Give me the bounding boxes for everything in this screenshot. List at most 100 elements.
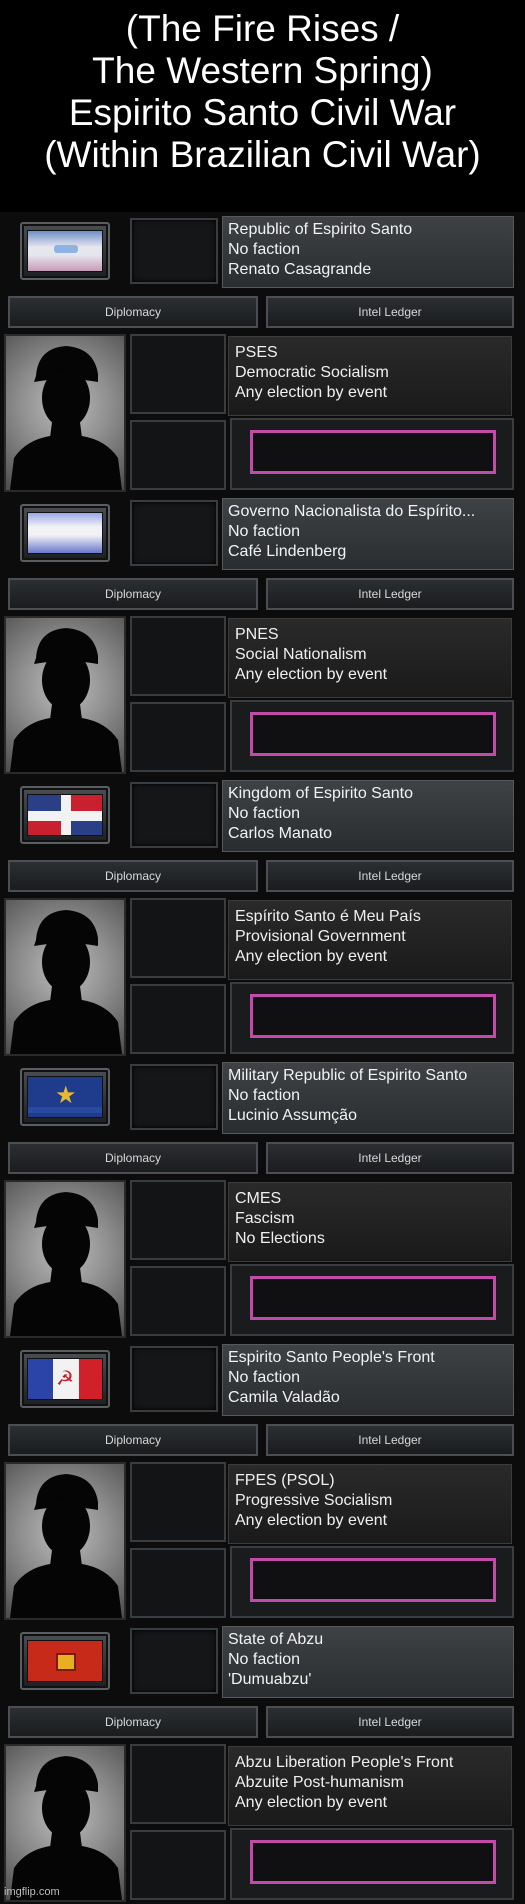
advisor-slot[interactable] [130,1548,226,1618]
country-list: Republic of Espirito Santo No faction Re… [0,212,525,1904]
ideology-label: Abzuite Post-humanism [235,1774,404,1791]
party-leader-portrait[interactable] [4,1180,126,1338]
intel-ledger-button[interactable]: Intel Ledger [266,296,514,328]
silhouette-icon [10,1474,122,1618]
ideology-label: Democratic Socialism [235,364,389,381]
flag-button[interactable] [20,222,110,280]
party-leader-portrait[interactable] [4,616,126,774]
country-info-panel: Republic of Espirito Santo No faction Re… [222,216,514,288]
intel-ledger-button[interactable]: Intel Ledger [266,1706,514,1738]
silhouette-icon [10,910,122,1054]
country-block: ★ Military Republic of Espirito Santo No… [0,1058,525,1340]
popularity-bar[interactable] [250,430,496,474]
leader-name: Carlos Manato [228,825,333,842]
party-info-panel: CMES Fascism No Elections [228,1182,512,1262]
country-block: Kingdom of Espirito Santo No faction Car… [0,776,525,1058]
country-name: State of Abzu [228,1631,324,1648]
intel-ledger-button[interactable]: Intel Ledger [266,1424,514,1456]
advisor-slot[interactable] [130,702,226,772]
diplomacy-button[interactable]: Diplomacy [8,578,258,610]
leader-slot[interactable] [130,1064,218,1130]
leader-slot[interactable] [130,1346,218,1412]
country-name: Kingdom of Espirito Santo [228,785,413,802]
diplomacy-button[interactable]: Diplomacy [8,860,258,892]
flag-button[interactable]: ★ [20,1068,110,1126]
watermark: imgflip.com [4,1886,60,1898]
advisor-slot[interactable] [130,420,226,490]
flag-icon [27,230,103,272]
title-line: The Western Spring) [92,50,433,91]
flag-button[interactable]: ☭ [20,1350,110,1408]
silhouette-icon [10,346,122,490]
popularity-bar[interactable] [250,1558,496,1602]
party-name: PNES [235,626,279,643]
country-name: Military Republic of Espirito Santo [228,1067,468,1084]
leader-slot[interactable] [130,500,218,566]
diplomacy-button[interactable]: Diplomacy [8,1142,258,1174]
popularity-bar[interactable] [250,1840,496,1884]
party-leader-portrait[interactable] [4,334,126,492]
country-info-panel: State of Abzu No faction 'Dumuabzu' [222,1626,514,1698]
country-name: Governo Nacionalista do Espírito... [228,503,476,520]
diplomacy-button[interactable]: Diplomacy [8,296,258,328]
country-block: State of Abzu No faction 'Dumuabzu' Dipl… [0,1622,525,1904]
party-leader-portrait[interactable] [4,898,126,1056]
faction-label: No faction [228,241,301,258]
advisor-slot[interactable] [130,898,226,978]
silhouette-icon [10,628,122,772]
leader-name: 'Dumuabzu' [228,1671,312,1688]
country-name: Republic of Espirito Santo [228,221,413,238]
ideology-label: Fascism [235,1210,295,1227]
election-label: Any election by event [235,666,388,683]
advisor-slot[interactable] [130,1744,226,1824]
title-line: (Within Brazilian Civil War) [44,134,481,175]
popularity-bar[interactable] [250,994,496,1038]
advisor-slot[interactable] [130,616,226,696]
election-label: Any election by event [235,948,388,965]
ideology-label: Provisional Government [235,928,406,945]
advisor-slot[interactable] [130,1830,226,1900]
advisor-slot[interactable] [130,334,226,414]
advisor-slot[interactable] [130,1462,226,1542]
ideology-label: Progressive Socialism [235,1492,393,1509]
flag-button[interactable] [20,786,110,844]
flag-button[interactable] [20,504,110,562]
election-label: Any election by event [235,1512,388,1529]
popularity-bar[interactable] [250,1276,496,1320]
leader-slot[interactable] [130,218,218,284]
intel-ledger-button[interactable]: Intel Ledger [266,860,514,892]
election-label: No Elections [235,1230,325,1247]
party-info-panel: FPES (PSOL) Progressive Socialism Any el… [228,1464,512,1544]
flag-icon [27,794,103,836]
election-label: Any election by event [235,384,388,401]
leader-slot[interactable] [130,782,218,848]
election-label: Any election by event [235,1794,388,1811]
country-info-panel: Espirito Santo People's Front No faction… [222,1344,514,1416]
party-name: CMES [235,1190,282,1207]
advisor-slot[interactable] [130,984,226,1054]
diplomacy-button[interactable]: Diplomacy [8,1706,258,1738]
leader-name: Renato Casagrande [228,261,372,278]
intel-ledger-button[interactable]: Intel Ledger [266,578,514,610]
party-leader-portrait[interactable] [4,1462,126,1620]
silhouette-icon [10,1756,122,1900]
country-info-panel: Governo Nacionalista do Espírito... No f… [222,498,514,570]
country-block: ☭ Espirito Santo People's Front No facti… [0,1340,525,1622]
leader-slot[interactable] [130,1628,218,1694]
advisor-slot[interactable] [130,1266,226,1336]
diplomacy-button[interactable]: Diplomacy [8,1424,258,1456]
flag-icon: ★ [27,1076,103,1118]
intel-ledger-button[interactable]: Intel Ledger [266,1142,514,1174]
faction-label: No faction [228,1087,301,1104]
advisor-slot[interactable] [130,1180,226,1260]
party-name: Espírito Santo é Meu País [235,908,421,925]
country-block: Republic of Espirito Santo No faction Re… [0,212,525,494]
flag-icon [27,512,103,554]
popularity-bar[interactable] [250,712,496,756]
flag-button[interactable] [20,1632,110,1690]
faction-label: No faction [228,523,301,540]
party-name: PSES [235,344,278,361]
party-leader-portrait[interactable] [4,1744,126,1902]
country-info-panel: Military Republic of Espirito Santo No f… [222,1062,514,1134]
party-info-panel: Espírito Santo é Meu País Provisional Go… [228,900,512,980]
